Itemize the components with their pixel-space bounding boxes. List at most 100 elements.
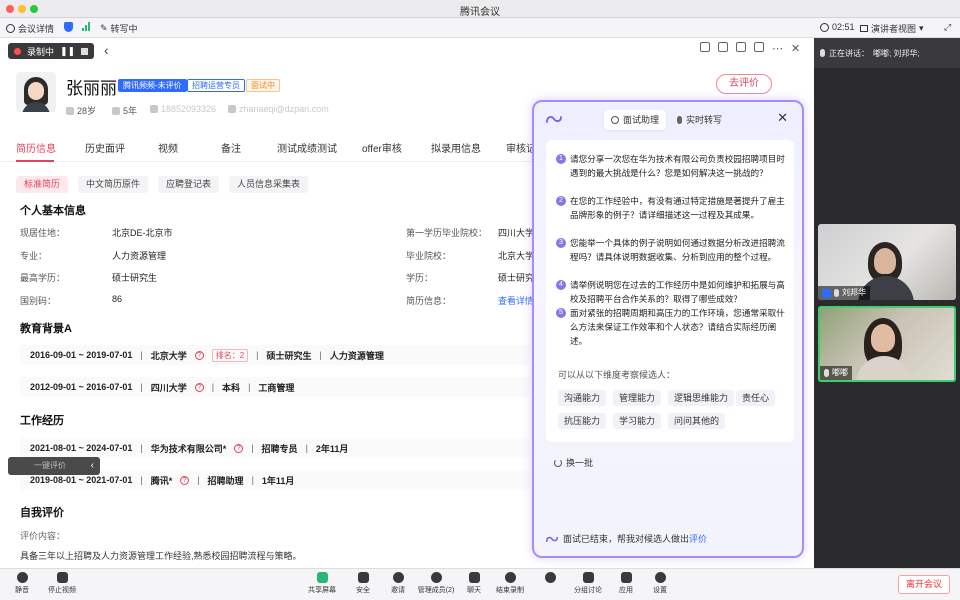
- tab-resume[interactable]: 简历信息: [16, 140, 56, 155]
- pause-icon[interactable]: ❚❚: [60, 46, 75, 57]
- gear-icon: [654, 572, 666, 583]
- tab-live-transcribe[interactable]: 实时转写: [670, 110, 729, 130]
- mute-button[interactable]: 静音: [2, 572, 42, 595]
- self-eval-text: 具备三年以上招聘及人力资源管理工作经验,熟悉校园招聘流程与策略。: [20, 551, 302, 561]
- subtab-registration[interactable]: 应聘登记表: [158, 176, 220, 193]
- question-item: 2 在您的工作经验中，有没有通过特定措施是著提升了雇主品牌形象的例子？请详细描述…: [556, 194, 790, 222]
- tab-interview-assistant[interactable]: 面试助理: [604, 110, 667, 130]
- manage-members-button[interactable]: 管理成员(2): [416, 572, 456, 595]
- meeting-timer: 02:51: [820, 22, 855, 32]
- chevron-left-icon[interactable]: ‹: [91, 457, 94, 475]
- security-indicator[interactable]: [64, 22, 73, 32]
- stop-icon[interactable]: [81, 47, 89, 55]
- participant-video-tile[interactable]: 刘邦华: [818, 224, 956, 300]
- chevron-down-icon: ▾: [919, 23, 924, 33]
- info-value: 硕士研究: [498, 273, 535, 283]
- participant-name-bar: 嘟嘟: [820, 366, 852, 380]
- breakout-icon: [582, 572, 594, 583]
- tab-hire-info[interactable]: 拟录用信息: [431, 140, 481, 155]
- question-number-icon: 1: [556, 154, 566, 164]
- meeting-details-button[interactable]: 会议详情: [6, 22, 54, 35]
- tab-history[interactable]: 历史面评: [85, 140, 125, 155]
- status-tag: 腾讯频频-未评价: [118, 79, 187, 92]
- leave-meeting-button[interactable]: 离开会议: [898, 575, 950, 594]
- info-label: 专业：: [20, 251, 48, 261]
- info-label: 现居住地：: [20, 228, 66, 238]
- person-icon: [66, 106, 74, 115]
- stage-tag: 面试中: [246, 79, 280, 92]
- help-icon[interactable]: ?: [194, 350, 204, 360]
- education-title: 教育背景A: [20, 323, 72, 335]
- settings-button[interactable]: 设置: [640, 572, 680, 595]
- dimension-chip[interactable]: 沟通能力: [558, 390, 607, 406]
- dimensions-title: 可以从以下维度考察候选人：: [558, 370, 676, 380]
- mic-icon: [677, 116, 683, 124]
- security-button[interactable]: 安全: [343, 572, 383, 595]
- smile-icon: [611, 116, 619, 124]
- user-icon: [822, 288, 831, 298]
- participant-video-tile[interactable]: 嘟嘟: [818, 306, 956, 382]
- transcribe-icon: ✎: [100, 23, 108, 33]
- tab-video[interactable]: 视频: [158, 140, 178, 155]
- screen-icon[interactable]: [700, 42, 710, 52]
- subtab-info-collection[interactable]: 人员信息采集表: [229, 176, 309, 193]
- help-icon[interactable]: ?: [194, 382, 204, 392]
- tab-test-scores[interactable]: 测试成绩测试: [277, 140, 337, 155]
- briefcase-icon: [112, 106, 120, 115]
- help-icon[interactable]: ?: [234, 443, 244, 453]
- panel-icon[interactable]: [754, 42, 764, 52]
- invite-button[interactable]: 邀请: [378, 572, 418, 595]
- info-label: 毕业院校：: [406, 251, 452, 261]
- close-icon[interactable]: ✕: [791, 42, 800, 55]
- share-icon[interactable]: [718, 42, 728, 52]
- evaluate-button[interactable]: 去评价: [716, 74, 772, 94]
- stop-recording-button[interactable]: 结束录制: [490, 572, 530, 595]
- apps-toolbar-button[interactable]: [530, 572, 570, 585]
- dimension-chip[interactable]: 责任心: [736, 390, 776, 406]
- mic-icon: [834, 289, 839, 297]
- page-tools: ⋯ ✕: [700, 42, 800, 55]
- close-icon[interactable]: ✕: [777, 110, 788, 126]
- tab-offer[interactable]: offer审核: [362, 140, 402, 155]
- education-row: 2016-09-01 ~ 2019-07-01 | 北京大学 ? 排名：2 | 硕士…: [20, 345, 530, 365]
- export-icon[interactable]: [736, 42, 746, 52]
- info-value: 四川大学: [498, 228, 535, 238]
- education-row: 2012-09-01 ~ 2016-07-01 | 四川大学 ? | 本科 | 工商管…: [20, 377, 530, 397]
- more-icon[interactable]: ⋯: [772, 42, 783, 55]
- share-screen-icon: [316, 572, 328, 583]
- candidate-experience: 5年: [112, 104, 137, 117]
- refresh-icon: [554, 458, 562, 467]
- help-icon[interactable]: ?: [180, 475, 190, 485]
- info-label: 简历信息：: [406, 296, 452, 306]
- view-details-link[interactable]: 查看详情: [498, 294, 534, 307]
- subtab-original[interactable]: 中文简历原件: [78, 176, 149, 193]
- dimension-chip[interactable]: 逻辑思维能力: [668, 390, 735, 406]
- members-icon: [430, 572, 442, 583]
- chat-button[interactable]: 聊天: [454, 572, 494, 595]
- info-label: 国别码：: [20, 296, 57, 306]
- dimension-chip[interactable]: 学习能力: [613, 413, 662, 429]
- subtab-standard[interactable]: 标准简历: [16, 176, 69, 193]
- dimension-chip[interactable]: 抗压能力: [558, 413, 607, 429]
- transcribe-status[interactable]: ✎ 转写中: [100, 22, 138, 35]
- back-chevron-icon[interactable]: ‹: [104, 42, 109, 58]
- active-tab-indicator: [16, 160, 54, 162]
- refresh-button[interactable]: 换一批: [554, 456, 593, 469]
- share-screen-button[interactable]: 共享屏幕: [302, 572, 342, 595]
- collapsed-toolbar[interactable]: 一键评价 ‹: [8, 457, 100, 475]
- stop-video-button[interactable]: 停止视频: [42, 572, 82, 595]
- resume-subtabs: 标准简历 中文简历原件 应聘登记表 人员信息采集表: [16, 176, 309, 193]
- tab-notes[interactable]: 备注: [221, 140, 241, 155]
- evaluate-link[interactable]: 评价: [689, 534, 707, 544]
- breakout-rooms-button[interactable]: 分组讨论: [568, 572, 608, 595]
- ai-footer: 面试已结束，帮我对候选人做出评价: [546, 532, 707, 545]
- ask-other-chip[interactable]: 问问其他的: [668, 413, 726, 429]
- view-switcher[interactable]: 演讲者视图 ▾: [860, 22, 924, 35]
- fullscreen-button[interactable]: ⤢: [944, 22, 951, 33]
- candidate-avatar: [16, 72, 56, 112]
- toolbox-icon: [544, 572, 556, 583]
- recording-indicator[interactable]: 录制中 ❚❚: [8, 43, 95, 59]
- dimension-chip[interactable]: 管理能力: [613, 390, 662, 406]
- signal-indicator[interactable]: [82, 22, 90, 31]
- info-value: 硕士研究生: [112, 273, 158, 283]
